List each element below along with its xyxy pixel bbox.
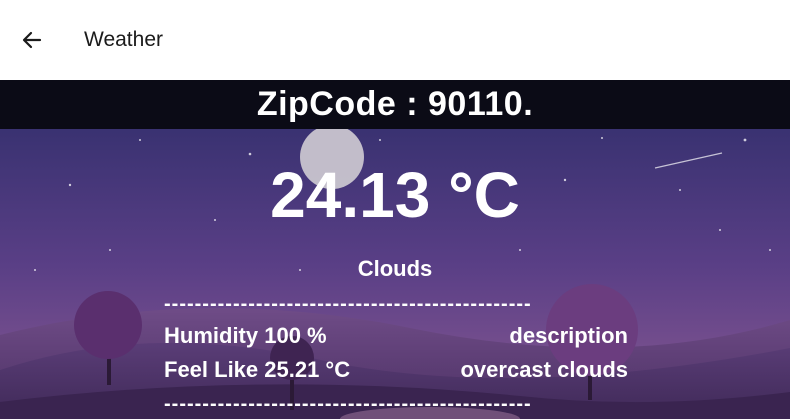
app-bar: Weather [0, 0, 790, 80]
temperature-value: 24.13 °C [270, 159, 520, 231]
arrow-left-icon [22, 31, 42, 49]
app-title: Weather [84, 28, 163, 51]
weather-scene: ZipCode : 90110. 24.13 °C Clouds -------… [0, 80, 790, 419]
feels-like-text: Feel Like 25.21 °C [164, 357, 351, 382]
details-row-2: Feel Like 25.21 °C overcast clouds [164, 356, 628, 384]
humidity-text: Humidity 100 % [164, 323, 327, 348]
back-button[interactable] [18, 26, 46, 54]
zip-code-heading: ZipCode : 90110. [0, 80, 790, 129]
weather-main-condition: Clouds [357, 256, 433, 281]
divider-bottom: ----------------------------------------… [164, 394, 532, 414]
divider-top: ----------------------------------------… [164, 294, 532, 314]
description-label: description [509, 323, 628, 348]
description-value: overcast clouds [460, 357, 628, 382]
details-row-1: Humidity 100 % description [164, 322, 628, 350]
